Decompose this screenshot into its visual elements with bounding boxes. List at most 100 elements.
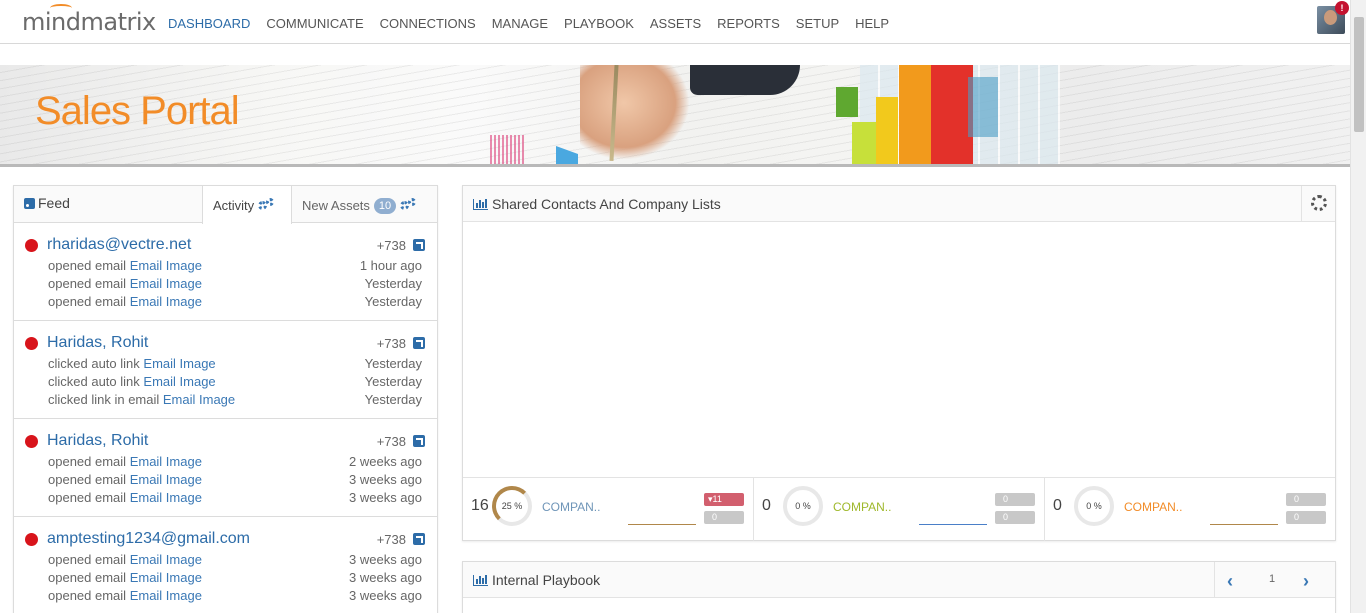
tab-new-assets[interactable]: New Assets 10	[292, 186, 438, 223]
activity-row: opened email Email Image 3 weeks ago	[48, 472, 422, 490]
stat-label[interactable]: COMPAN..	[542, 500, 600, 514]
activity-asset-link[interactable]: Email Image	[130, 454, 202, 469]
nav-assets[interactable]: ASSETS	[642, 0, 709, 44]
activity-asset-link[interactable]: Email Image	[130, 552, 202, 567]
activity-time: Yesterday	[364, 392, 422, 407]
gear-icon[interactable]	[258, 198, 276, 212]
status-dot-icon	[25, 239, 38, 252]
mindmatrix-logo[interactable]: mindmatrix	[22, 4, 156, 36]
bar-chart-icon	[473, 199, 488, 210]
feed-item: amptesting1234@gmail.com +738 opened ema…	[14, 517, 437, 613]
nav-manage[interactable]: MANAGE	[484, 0, 556, 44]
list-stat-card[interactable]: 0 0 % COMPAN.. 0 0	[754, 478, 1045, 541]
activity-time: 3 weeks ago	[349, 472, 422, 487]
gear-icon[interactable]	[400, 198, 418, 212]
activity-time: 3 weeks ago	[349, 490, 422, 505]
external-link-icon[interactable]	[413, 533, 425, 545]
external-link-icon[interactable]	[413, 337, 425, 349]
trend-sparkline	[919, 524, 987, 525]
activity-asset-link[interactable]: Email Image	[143, 356, 215, 371]
stat-top-badge: ▾11	[704, 493, 744, 506]
nav-communicate[interactable]: COMMUNICATE	[258, 0, 371, 44]
internal-playbook-header: Internal Playbook ‹ 1 ›	[463, 562, 1335, 598]
scrollbar-thumb[interactable]	[1354, 17, 1364, 132]
activity-action: opened email	[48, 570, 127, 585]
activity-asset-link[interactable]: Email Image	[163, 392, 235, 407]
activity-asset-link[interactable]: Email Image	[130, 588, 202, 603]
status-dot-icon	[25, 435, 38, 448]
stat-percent: 0 %	[795, 501, 811, 511]
stat-count: 0	[1053, 497, 1062, 514]
feed-panel: Feed Activity New Assets 10 rharidas@vect…	[13, 185, 438, 613]
activity-row: opened email Email Image 3 weeks ago	[48, 570, 422, 588]
stat-label[interactable]: COMPAN..	[833, 500, 891, 514]
activity-asset-link[interactable]: Email Image	[130, 570, 202, 585]
activity-asset-link[interactable]: Email Image	[143, 374, 215, 389]
tab-activity[interactable]: Activity	[202, 186, 292, 224]
banner-bar-orange	[899, 65, 931, 167]
activity-row: opened email Email Image 3 weeks ago	[48, 552, 422, 570]
chevron-left-icon[interactable]: ‹	[1227, 571, 1233, 592]
internal-playbook-title: Internal Playbook	[473, 572, 600, 588]
list-stat-card[interactable]: 16 25 % COMPAN.. ▾11 0	[463, 478, 754, 541]
nav-connections[interactable]: CONNECTIONS	[372, 0, 484, 44]
stat-count: 16	[471, 497, 489, 514]
activity-action: opened email	[48, 552, 127, 567]
activity-asset-link[interactable]: Email Image	[130, 472, 202, 487]
nav-help[interactable]: HELP	[847, 0, 897, 44]
nav-reports[interactable]: REPORTS	[709, 0, 788, 44]
feed-contact-link[interactable]: rharidas@vectre.net	[47, 236, 191, 254]
shared-contacts-header: Shared Contacts And Company Lists	[463, 186, 1335, 222]
activity-action: clicked link in email	[48, 392, 160, 407]
rss-icon	[24, 198, 35, 209]
external-link-icon[interactable]	[413, 435, 425, 447]
activity-action: opened email	[48, 276, 127, 291]
banner-bar-lime	[852, 122, 876, 167]
feed-item: rharidas@vectre.net +738 opened email Em…	[14, 223, 437, 321]
percent-ring: 0 %	[783, 486, 823, 526]
activity-time: 3 weeks ago	[349, 570, 422, 585]
banner-bar-blue	[968, 77, 998, 137]
external-link-icon[interactable]	[413, 239, 425, 251]
stat-top-badge: 0	[1286, 493, 1326, 506]
feed-title: Feed	[24, 195, 70, 211]
chevron-right-icon[interactable]: ›	[1303, 571, 1309, 592]
banner-bar-yellow	[876, 97, 898, 167]
activity-action: opened email	[48, 588, 127, 603]
activity-action: opened email	[48, 258, 127, 273]
stat-bottom-badge: 0	[995, 511, 1035, 524]
activity-asset-link[interactable]: Email Image	[130, 258, 202, 273]
activity-time: Yesterday	[364, 356, 422, 371]
stat-count: 0	[762, 497, 771, 514]
stat-bottom-badge: 0	[704, 511, 744, 524]
activity-asset-link[interactable]: Email Image	[130, 294, 202, 309]
feed-contact-link[interactable]: amptesting1234@gmail.com	[47, 530, 250, 548]
nav-dashboard[interactable]: DASHBOARD	[160, 0, 258, 44]
activity-asset-link[interactable]: Email Image	[130, 276, 202, 291]
activity-asset-link[interactable]: Email Image	[130, 490, 202, 505]
main-nav: DASHBOARD COMMUNICATE CONNECTIONS MANAGE…	[160, 0, 897, 44]
avatar-face	[1324, 10, 1337, 25]
activity-time: 2 weeks ago	[349, 454, 422, 469]
shared-contacts-title: Shared Contacts And Company Lists	[473, 196, 721, 212]
stat-label[interactable]: COMPAN..	[1124, 500, 1182, 514]
feed-contact-link[interactable]: Haridas, Rohit	[47, 432, 148, 450]
activity-row: opened email Email Image 3 weeks ago	[48, 588, 422, 606]
feed-score: +738	[376, 336, 406, 351]
stat-bottom-badge: 0	[1286, 511, 1326, 524]
activity-row: clicked link in email Email Image Yesterd…	[48, 392, 422, 410]
nav-playbook[interactable]: PLAYBOOK	[556, 0, 642, 44]
list-stat-card[interactable]: 0 0 % COMPAN.. 0 0	[1045, 478, 1335, 541]
activity-row: opened email Email Image Yesterday	[48, 276, 422, 294]
feed-contact-link[interactable]: Haridas, Rohit	[47, 334, 148, 352]
page-scrollbar[interactable]	[1350, 0, 1366, 613]
page-number[interactable]: 1	[1269, 573, 1275, 585]
feed-score: +738	[376, 238, 406, 253]
notification-badge[interactable]: !	[1335, 1, 1349, 15]
stat-top-badge: 0	[995, 493, 1035, 506]
nav-setup[interactable]: SETUP	[788, 0, 847, 44]
top-navbar: mindmatrix DASHBOARD COMMUNICATE CONNECT…	[0, 0, 1350, 44]
sales-portal-banner: Sales Portal	[0, 65, 1350, 167]
shared-contacts-title-text: Shared Contacts And Company Lists	[492, 196, 721, 212]
banner-shadow	[0, 164, 1350, 167]
